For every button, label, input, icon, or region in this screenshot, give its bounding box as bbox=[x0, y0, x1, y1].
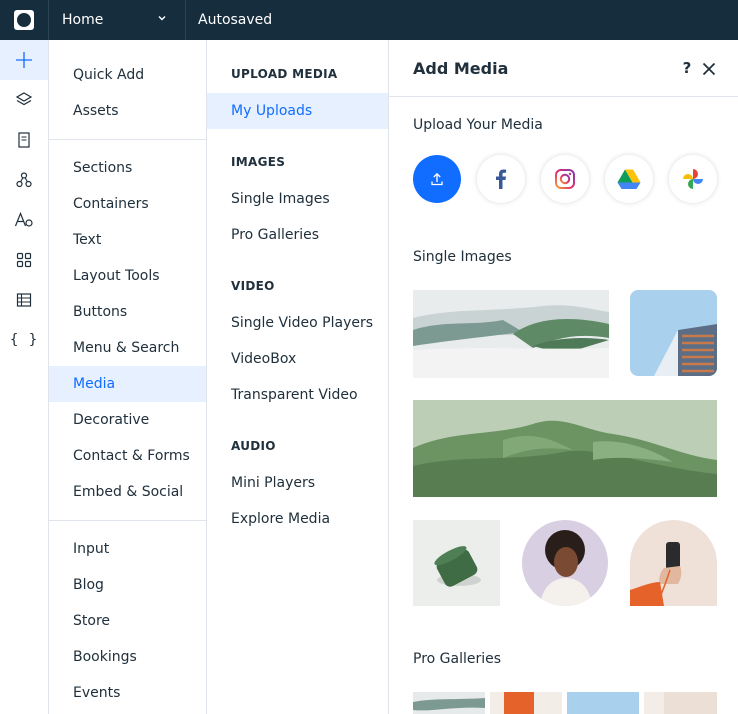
chevron-down-icon bbox=[158, 16, 166, 21]
top-bar: Home Autosaved bbox=[0, 0, 738, 40]
building-sky-thumbnail[interactable] bbox=[630, 290, 717, 376]
category-sections[interactable]: Sections bbox=[49, 150, 206, 186]
divider bbox=[49, 139, 206, 140]
category-layout-tools[interactable]: Layout Tools bbox=[49, 258, 206, 294]
category-assets[interactable]: Assets bbox=[49, 93, 206, 129]
gallery-thumbnail[interactable] bbox=[567, 692, 639, 714]
category-embed-social[interactable]: Embed & Social bbox=[49, 474, 206, 510]
plus-icon bbox=[16, 52, 32, 68]
category-buttons[interactable]: Buttons bbox=[49, 294, 206, 330]
facebook-icon bbox=[496, 169, 507, 189]
subcategory-single-video-players[interactable]: Single Video Players bbox=[207, 305, 388, 341]
single-images-label: Single Images bbox=[413, 249, 512, 265]
text-style-icon bbox=[14, 211, 33, 227]
braces-icon: { } bbox=[9, 332, 39, 348]
category-quick-add[interactable]: Quick Add bbox=[49, 57, 206, 93]
section-heading: IMAGES bbox=[231, 155, 286, 169]
subcategory-explore-media[interactable]: Explore Media bbox=[207, 501, 388, 537]
close-icon[interactable] bbox=[701, 61, 717, 77]
subcategory-transparent-video[interactable]: Transparent Video bbox=[207, 377, 388, 413]
category-input[interactable]: Input bbox=[49, 531, 206, 567]
google-photos-source-button[interactable] bbox=[669, 155, 717, 203]
page-icon bbox=[18, 132, 30, 148]
category-events[interactable]: Events bbox=[49, 675, 206, 711]
category-list: Quick Add Assets Sections Containers Tex… bbox=[49, 40, 207, 714]
category-contact-forms[interactable]: Contact & Forms bbox=[49, 438, 206, 474]
add-elements-button[interactable] bbox=[0, 40, 48, 80]
tool-rail: { } bbox=[0, 40, 49, 714]
gallery-thumbnail[interactable] bbox=[413, 692, 485, 714]
gallery-thumbnail[interactable] bbox=[490, 692, 562, 714]
cms-button[interactable] bbox=[0, 280, 48, 320]
green-container-thumbnail[interactable] bbox=[413, 520, 500, 606]
pro-galleries-label: Pro Galleries bbox=[413, 651, 502, 667]
category-text[interactable]: Text bbox=[49, 222, 206, 258]
apps-grid-icon bbox=[16, 252, 32, 268]
square-logo-icon bbox=[14, 10, 34, 30]
category-menu-search[interactable]: Menu & Search bbox=[49, 330, 206, 366]
snowy-landscape-thumbnail[interactable] bbox=[413, 290, 609, 378]
google-drive-icon bbox=[617, 169, 641, 189]
design-button[interactable] bbox=[0, 160, 48, 200]
category-containers[interactable]: Containers bbox=[49, 186, 206, 222]
category-store[interactable]: Store bbox=[49, 603, 206, 639]
phone-hand-thumbnail[interactable] bbox=[630, 520, 717, 606]
divider bbox=[49, 520, 206, 521]
upload-button[interactable] bbox=[413, 155, 461, 203]
subcategory-my-uploads[interactable]: My Uploads bbox=[207, 93, 388, 129]
portrait-thumbnail[interactable] bbox=[522, 520, 608, 606]
layers-button[interactable] bbox=[0, 80, 48, 120]
google-photos-icon bbox=[683, 169, 703, 189]
theme-button[interactable] bbox=[0, 200, 48, 240]
panel-title: Add Media bbox=[413, 59, 509, 78]
subcategory-videobox[interactable]: VideoBox bbox=[207, 341, 388, 377]
apps-button[interactable] bbox=[0, 240, 48, 280]
category-blog[interactable]: Blog bbox=[49, 567, 206, 603]
nodes-icon bbox=[16, 172, 32, 188]
upload-icon bbox=[431, 172, 443, 186]
layers-icon bbox=[15, 92, 33, 106]
facebook-source-button[interactable] bbox=[477, 155, 525, 203]
pages-button[interactable] bbox=[0, 120, 48, 160]
category-media[interactable]: Media bbox=[49, 366, 206, 402]
gallery-thumbnail[interactable] bbox=[644, 692, 717, 714]
panel-header: Add Media ? bbox=[389, 40, 738, 97]
section-heading: VIDEO bbox=[231, 279, 275, 293]
google-drive-source-button[interactable] bbox=[605, 155, 653, 203]
upload-your-media-label: Upload Your Media bbox=[413, 117, 543, 133]
instagram-source-button[interactable] bbox=[541, 155, 589, 203]
table-icon bbox=[16, 293, 32, 307]
subcategory-list: UPLOAD MEDIA My Uploads IMAGES Single Im… bbox=[207, 40, 389, 714]
instagram-icon bbox=[555, 169, 575, 189]
site-logo-button[interactable] bbox=[0, 0, 48, 40]
section-heading: UPLOAD MEDIA bbox=[231, 67, 338, 81]
page-selector[interactable]: Home bbox=[48, 0, 186, 40]
category-bookings[interactable]: Bookings bbox=[49, 639, 206, 675]
page-name: Home bbox=[62, 12, 104, 28]
save-status: Autosaved bbox=[198, 12, 273, 28]
code-button[interactable]: { } bbox=[0, 320, 48, 360]
subcategory-pro-galleries[interactable]: Pro Galleries bbox=[207, 217, 388, 253]
section-heading: AUDIO bbox=[231, 439, 276, 453]
add-media-panel: Add Media ? Upload Your Media Single Ima… bbox=[389, 40, 738, 714]
help-button[interactable]: ? bbox=[680, 59, 694, 79]
subcategory-single-images[interactable]: Single Images bbox=[207, 181, 388, 217]
subcategory-mini-players[interactable]: Mini Players bbox=[207, 465, 388, 501]
category-decorative[interactable]: Decorative bbox=[49, 402, 206, 438]
green-fabric-thumbnail[interactable] bbox=[413, 400, 717, 497]
